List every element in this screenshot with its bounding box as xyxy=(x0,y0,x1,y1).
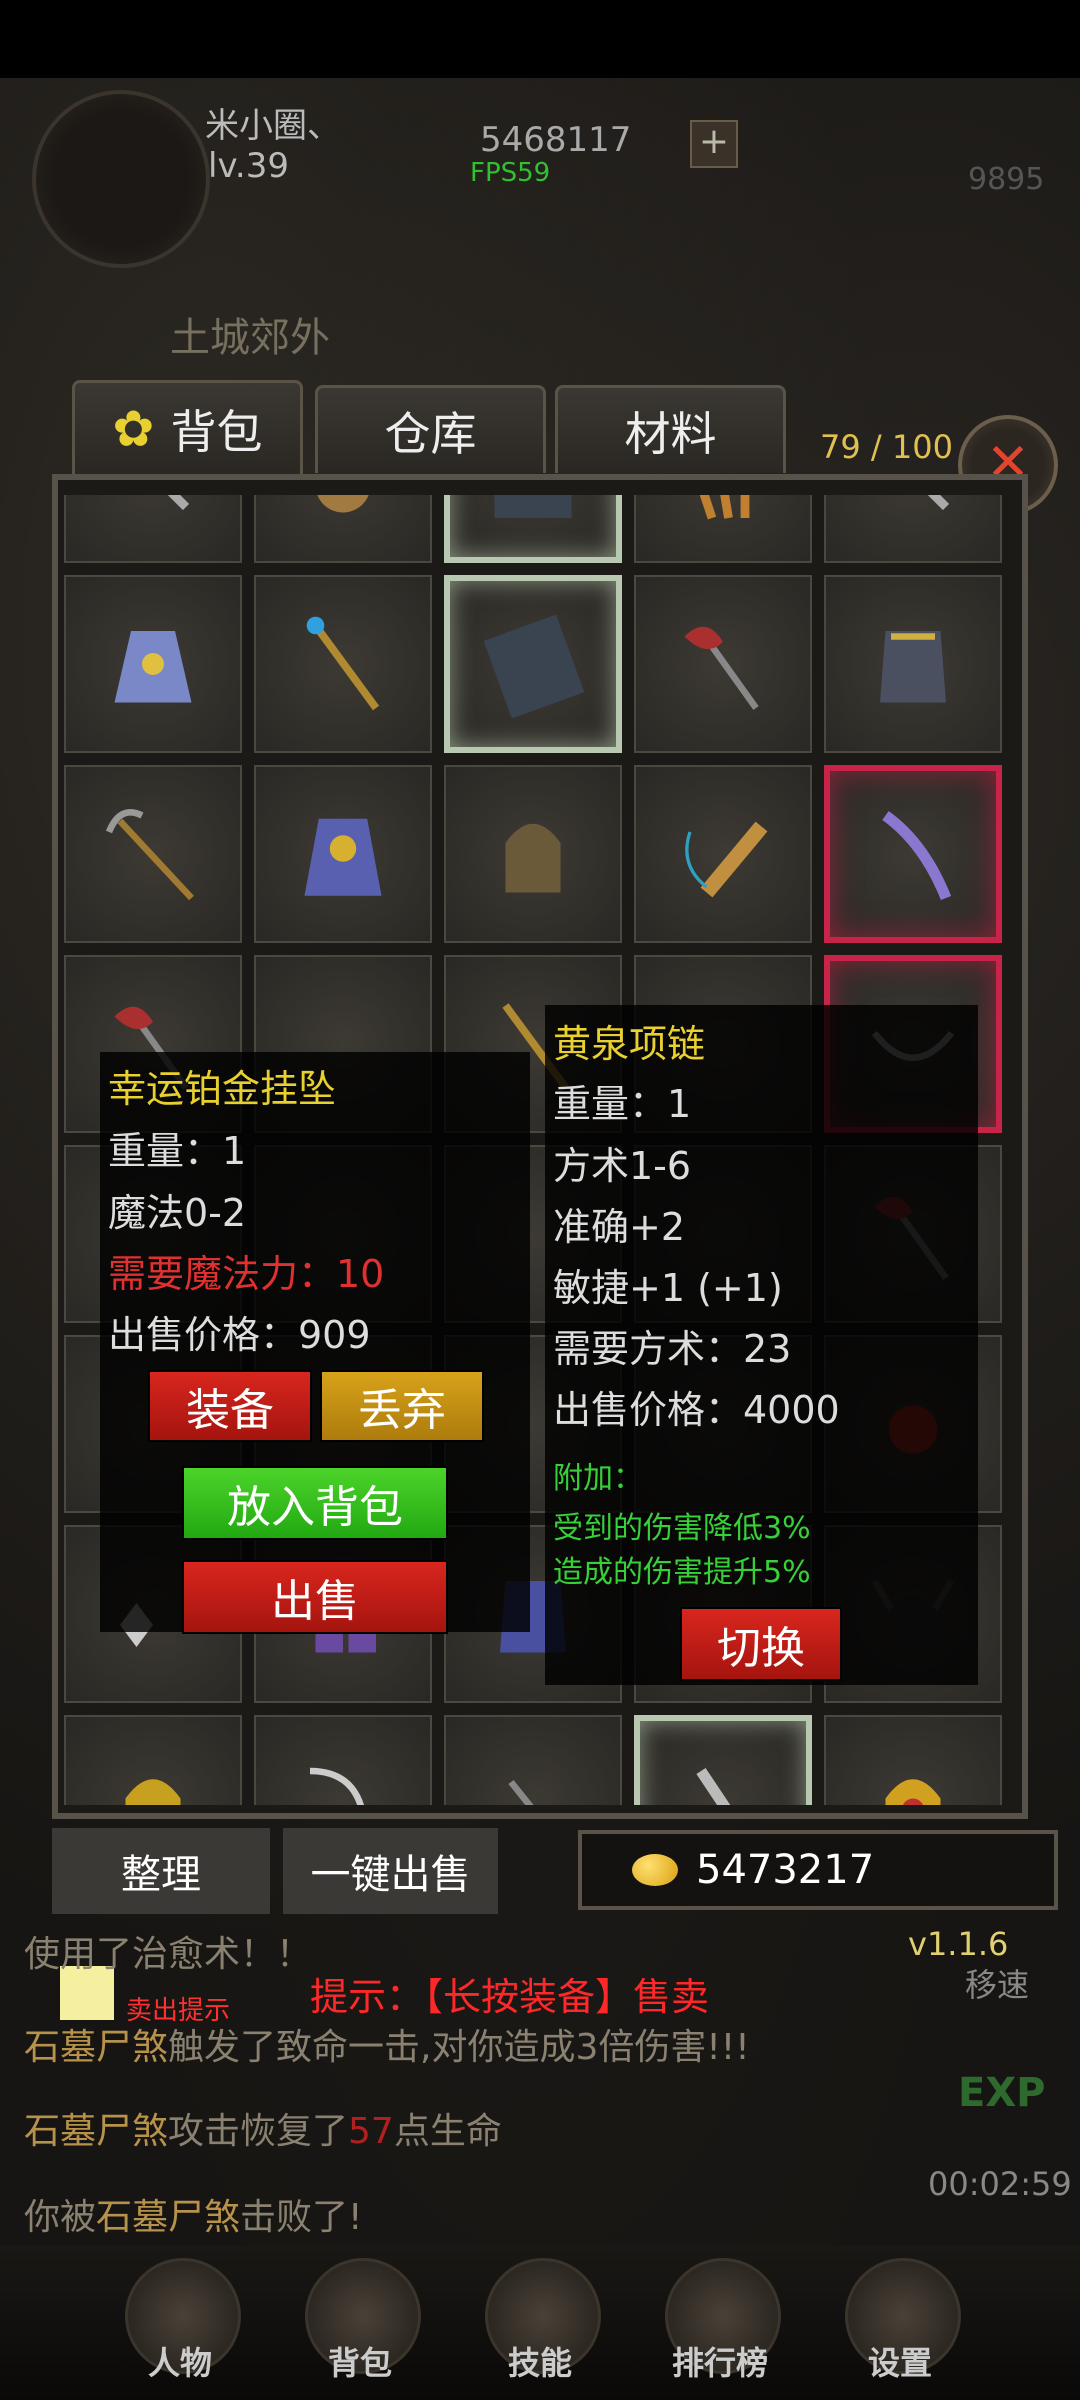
dagger-item-icon xyxy=(927,495,950,511)
gold-display: 5473217 xyxy=(578,1830,1058,1910)
robe-item-icon xyxy=(114,631,192,703)
inventory-slot[interactable] xyxy=(824,495,1002,563)
player-avatar[interactable] xyxy=(32,90,210,268)
tooltip-line: 需要方术：23 xyxy=(553,1327,792,1371)
tooltip-extra-line: 受到的伤害降低3% xyxy=(553,1511,811,1546)
switch-button[interactable]: 切换 xyxy=(680,1607,842,1681)
inventory-slot[interactable] xyxy=(444,765,622,943)
tab-warehouse-label: 仓库 xyxy=(384,406,477,461)
speed-label[interactable]: 移速 xyxy=(965,1960,1029,2006)
gear-icon: ✿ xyxy=(112,400,155,458)
tab-warehouse[interactable]: 仓库 xyxy=(315,385,546,473)
score-readout: 9895 xyxy=(968,162,1045,197)
tooltip-requirement: 需要魔法力：10 xyxy=(108,1252,385,1296)
tab-materials[interactable]: 材料 xyxy=(555,385,786,473)
tooltip-title: 幸运铂金挂坠 xyxy=(108,1067,337,1111)
add-gold-button[interactable]: + xyxy=(690,120,738,168)
inventory-slot[interactable] xyxy=(824,1715,1002,1805)
inventory-slot[interactable] xyxy=(254,495,432,563)
inventory-slot[interactable] xyxy=(634,765,812,943)
discard-button[interactable]: 丢弃 xyxy=(320,1370,484,1442)
inventory-slot[interactable] xyxy=(254,1715,432,1805)
axe-item-icon xyxy=(684,626,759,710)
sickle-item-icon xyxy=(309,1767,364,1805)
inventory-slot[interactable] xyxy=(64,1715,242,1805)
log-line: 石墓尸煞攻击恢复了57点生命 xyxy=(24,2111,502,2152)
sell-all-button[interactable]: 一键出售 xyxy=(283,1828,498,1914)
tab-bag-label: 背包 xyxy=(170,405,263,459)
tooltip-line: 重量：1 xyxy=(553,1082,692,1126)
item-tooltip-left: 幸运铂金挂坠 重量：1 魔法0-2 需要魔法力：10 出售价格：909 装备 丢… xyxy=(100,1052,530,1634)
nav-label-bag[interactable]: 背包 xyxy=(280,2338,440,2384)
knife-item-icon xyxy=(696,1767,731,1805)
gold-coin-icon xyxy=(632,1854,678,1886)
glove-item-icon xyxy=(317,495,369,513)
inventory-slot[interactable] xyxy=(254,575,432,753)
helmet-item-icon xyxy=(125,1779,181,1805)
inventory-slot[interactable] xyxy=(824,575,1002,753)
tooltip-title: 黄泉项链 xyxy=(553,1022,706,1066)
sort-button[interactable]: 整理 xyxy=(52,1828,270,1914)
log-line: 使用了治愈术！！ xyxy=(24,1934,313,1975)
exp-icon: EXP xyxy=(958,2070,1046,2116)
inventory-slot[interactable] xyxy=(64,495,242,563)
nav-label-ranking[interactable]: 排行榜 xyxy=(640,2338,800,2384)
log-line: 石墓尸煞触发了致命一击,对你造成3倍伤害!!! xyxy=(24,2027,750,2068)
log-line: 你被石墓尸煞击败了! xyxy=(24,2197,363,2238)
robe-item-icon xyxy=(304,818,382,896)
book-item-icon xyxy=(483,614,585,719)
tooltip-line: 准确+2 xyxy=(553,1205,686,1249)
inventory-slot[interactable] xyxy=(64,765,242,943)
player-name: 米小圈、 xyxy=(205,106,341,146)
hint-text: 提示：【长按装备】售卖 xyxy=(310,1975,710,2019)
inventory-slot[interactable] xyxy=(444,495,622,563)
put-in-bag-button[interactable]: 放入背包 xyxy=(182,1466,448,1540)
top-gold-amount: 5468117 xyxy=(480,120,632,160)
bag-capacity: 79 / 100 xyxy=(820,428,953,466)
tab-bag[interactable]: ✿ 背包 xyxy=(72,380,303,475)
inventory-slot[interactable] xyxy=(444,1715,622,1805)
inventory-slot-selected[interactable] xyxy=(824,765,1002,943)
tooltip-line: 敏捷+1 (+1) xyxy=(553,1266,783,1310)
tooltip-line: 方术1-6 xyxy=(553,1144,692,1188)
inventory-slot[interactable] xyxy=(634,1715,812,1805)
equip-button[interactable]: 装备 xyxy=(148,1370,312,1442)
armor-item-icon xyxy=(880,631,946,703)
book-item-icon xyxy=(494,495,572,518)
fps-counter: FPS59 xyxy=(470,158,551,188)
player-level: lv.39 xyxy=(208,146,289,186)
nav-label-skills[interactable]: 技能 xyxy=(460,2338,620,2384)
blade-item-icon xyxy=(882,811,952,901)
helmet-item-icon xyxy=(885,1779,941,1805)
sell-button[interactable]: 出售 xyxy=(182,1560,448,1634)
staff-item-icon xyxy=(306,616,380,711)
helmet-item-icon xyxy=(505,823,561,893)
flute-item-icon xyxy=(685,821,768,898)
inventory-slot[interactable] xyxy=(444,575,622,753)
gold-amount: 5473217 xyxy=(696,1847,875,1893)
game-timer: 00:02:59 xyxy=(928,2165,1072,2203)
tooltip-line: 出售价格：4000 xyxy=(553,1388,840,1432)
axe-item-icon xyxy=(508,1779,534,1805)
inventory-slot[interactable] xyxy=(634,495,812,563)
dagger-item-icon xyxy=(167,495,190,511)
nav-label-character[interactable]: 人物 xyxy=(100,2338,260,2384)
tooltip-stat: 魔法0-2 xyxy=(108,1191,247,1235)
tooltip-extra-line: 造成的伤害提升5% xyxy=(553,1555,811,1590)
tooltip-weight: 重量：1 xyxy=(108,1129,247,1173)
tooltip-extra-title: 附加： xyxy=(553,1461,643,1496)
inventory-slot[interactable] xyxy=(254,765,432,943)
nav-label-settings[interactable]: 设置 xyxy=(820,2338,980,2384)
inventory-slot[interactable] xyxy=(64,575,242,753)
inventory-slot[interactable] xyxy=(634,575,812,753)
claw-item-icon xyxy=(699,495,750,520)
map-name: 土城郊外 xyxy=(170,315,330,361)
pickaxe-item-icon xyxy=(105,809,194,901)
version-label: v1.1.6 xyxy=(908,1925,1009,1963)
tooltip-price: 出售价格：909 xyxy=(108,1313,371,1357)
item-tooltip-right: 黄泉项链 重量：1 方术1-6 准确+2 敏捷+1 (+1) 需要方术：23 出… xyxy=(545,1005,978,1685)
tab-materials-label: 材料 xyxy=(624,406,717,461)
